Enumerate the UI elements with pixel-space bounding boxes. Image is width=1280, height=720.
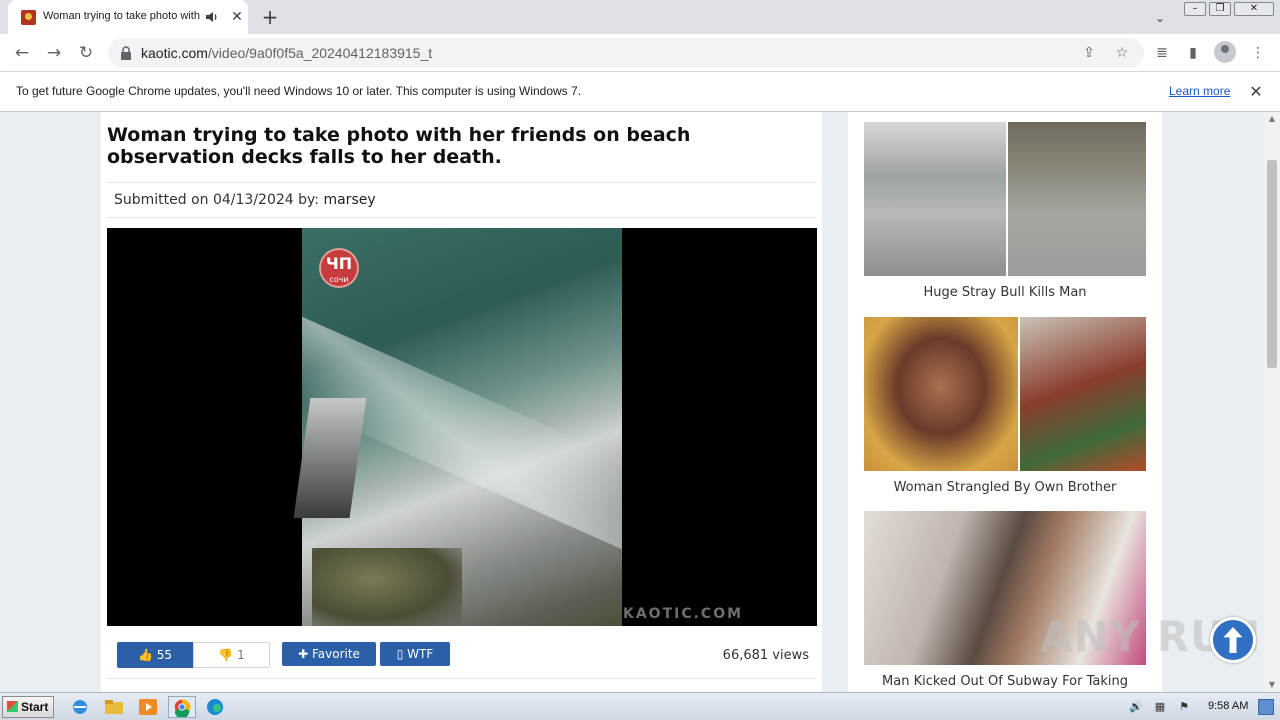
start-button[interactable]: Start (2, 696, 54, 718)
divider (107, 182, 817, 183)
related-video-title[interactable]: Woman Strangled By Own Brother (864, 480, 1146, 495)
scrollbar-thumb[interactable] (1267, 160, 1277, 368)
video-thumbnail[interactable] (864, 122, 1146, 276)
favorite-button[interactable]: ✚ Favorite (282, 642, 376, 666)
tv-channel-logo-icon: ЧП сочи (319, 248, 359, 288)
dislike-button[interactable]: 👎 1 (193, 642, 270, 668)
page-viewport: Woman trying to take photo with her frie… (0, 112, 1264, 692)
wtf-button[interactable]: ▯ WTF (380, 642, 450, 666)
lock-icon[interactable] (120, 46, 132, 60)
close-window-button[interactable]: ✕ (1234, 2, 1274, 16)
audio-playing-icon[interactable] (204, 9, 220, 25)
video-frame-deck (293, 398, 367, 518)
video-watermark: KAOTIC.COM (623, 606, 744, 622)
system-clock[interactable]: 9:58 AM (1208, 700, 1248, 712)
action-center-flag-icon[interactable]: ⚑ (1176, 699, 1192, 715)
related-video-card[interactable]: Woman Strangled By Own Brother (864, 317, 1146, 495)
submitter-username-link[interactable]: marsey (323, 192, 375, 208)
related-videos-sidebar: Huge Stray Bull Kills Man Woman Strangle… (848, 112, 1162, 692)
address-bar[interactable]: kaotic.com/video/9a0f0f5a_20240412183915… (108, 38, 1144, 68)
thumbs-up-icon: 👍 (137, 648, 153, 662)
chrome-taskbar-icon[interactable] (168, 696, 196, 718)
divider (107, 217, 817, 218)
volume-icon[interactable]: 🔊 (1128, 699, 1144, 715)
tv-logo-text: сочи (329, 275, 349, 284)
dislike-count: 1 (237, 648, 245, 662)
infobar-message: To get future Google Chrome updates, you… (16, 84, 582, 98)
thumbs-down-icon: 👎 (218, 648, 234, 662)
tab-strip: Woman trying to take photo with ✕ + ⌄ – … (0, 0, 1280, 34)
new-tab-button[interactable]: + (258, 5, 282, 29)
thumbnail-right (1020, 317, 1146, 471)
divider (107, 678, 817, 679)
minimize-window-button[interactable]: – (1184, 2, 1206, 16)
bookmark-star-icon[interactable]: ☆ (1113, 44, 1131, 62)
view-count: 66,681 views (722, 648, 809, 663)
video-actions: 👍 55 👎 1 ✚ Favorite ▯ WTF 66,681 views (107, 636, 817, 676)
media-player-icon[interactable] (136, 696, 160, 718)
related-video-card[interactable]: Huge Stray Bull Kills Man (864, 122, 1146, 300)
scroll-up-arrow-icon[interactable]: ▲ (1264, 112, 1280, 126)
video-player[interactable]: ЧП сочи KAOTIC.COM (107, 228, 817, 626)
site-favicon-icon (21, 10, 36, 25)
like-button[interactable]: 👍 55 (117, 642, 193, 668)
related-video-title[interactable]: Man Kicked Out Of Subway For Taking (864, 674, 1146, 689)
share-icon[interactable]: ⇪ (1080, 44, 1098, 62)
favorite-label: Favorite (311, 647, 360, 661)
network-icon[interactable]: ▦ (1152, 699, 1168, 715)
close-infobar-icon[interactable]: ✕ (1246, 82, 1266, 102)
wtf-label: WTF (407, 647, 434, 661)
like-count: 55 (156, 648, 173, 662)
reload-icon[interactable]: ↻ (74, 41, 98, 65)
plus-icon: ✚ (298, 647, 309, 661)
video-thumbnail[interactable] (864, 317, 1146, 471)
menu-kebab-icon[interactable]: ⋮ (1248, 43, 1268, 63)
learn-more-link[interactable]: Learn more (1169, 84, 1230, 98)
forward-arrow-icon[interactable]: → (42, 41, 66, 65)
document-icon: ▯ (396, 647, 404, 661)
tab-title: Woman trying to take photo with (43, 10, 200, 22)
restore-window-button[interactable]: ❐ (1209, 2, 1231, 16)
edge-icon[interactable] (203, 696, 227, 718)
related-video-card[interactable]: Man Kicked Out Of Subway For Taking (864, 511, 1146, 689)
thumbnail-left (864, 317, 1018, 471)
browser-toolbar: ← → ↻ kaotic.com/video/9a0f0f5a_20240412… (0, 34, 1280, 72)
thumbnail-right (1008, 122, 1146, 276)
video-title: Woman trying to take photo with her frie… (107, 124, 691, 168)
tab-search-chevron-icon[interactable]: ⌄ (1150, 8, 1170, 28)
submission-info: Submitted on 04/13/2024 by: marsey (114, 192, 376, 208)
show-desktop-button[interactable] (1258, 699, 1274, 715)
main-column: Woman trying to take photo with her frie… (101, 112, 822, 692)
scroll-down-arrow-icon[interactable]: ▼ (1264, 678, 1280, 692)
side-panel-icon[interactable]: ▮ (1183, 43, 1203, 63)
reading-list-icon[interactable]: ≣ (1152, 43, 1172, 63)
related-video-title[interactable]: Huge Stray Bull Kills Man (864, 285, 1146, 300)
back-arrow-icon[interactable]: ← (10, 41, 34, 65)
close-tab-icon[interactable]: ✕ (228, 8, 246, 26)
update-infobar: To get future Google Chrome updates, you… (0, 72, 1280, 112)
internet-explorer-icon[interactable] (68, 696, 92, 718)
profile-avatar-icon[interactable] (1214, 41, 1236, 63)
browser-tab[interactable]: Woman trying to take photo with ✕ (8, 0, 248, 34)
submitted-label: Submitted on 04/13/2024 by: (114, 192, 320, 208)
page-scrollbar[interactable]: ▲ ▼ (1264, 112, 1280, 692)
windows-taskbar: Start 🔊 ▦ ⚑ 9:58 AM (0, 692, 1280, 720)
video-frame: ЧП сочи (293, 228, 622, 626)
video-frame-trees (312, 548, 462, 626)
scroll-to-top-arrow-icon[interactable] (1210, 617, 1256, 663)
file-explorer-icon[interactable] (102, 696, 126, 718)
thumbnail-left (864, 122, 1006, 276)
url-text: kaotic.com/video/9a0f0f5a_20240412183915… (141, 45, 433, 61)
